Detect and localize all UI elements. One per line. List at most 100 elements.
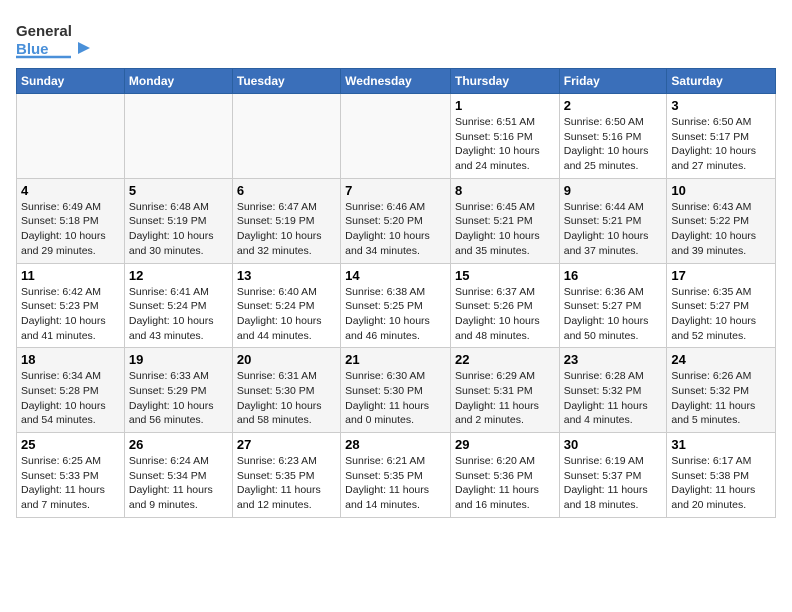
cell-content: Sunrise: 6:37 AM Sunset: 5:26 PM Dayligh… bbox=[455, 285, 555, 344]
cell-content: Sunrise: 6:44 AM Sunset: 5:21 PM Dayligh… bbox=[564, 200, 663, 259]
cell-content: Sunrise: 6:21 AM Sunset: 5:35 PM Dayligh… bbox=[345, 454, 446, 513]
cell-content: Sunrise: 6:31 AM Sunset: 5:30 PM Dayligh… bbox=[237, 369, 336, 428]
day-number: 17 bbox=[671, 268, 771, 283]
cell-content: Sunrise: 6:20 AM Sunset: 5:36 PM Dayligh… bbox=[455, 454, 555, 513]
day-number: 9 bbox=[564, 183, 663, 198]
calendar-cell: 2 Sunrise: 6:50 AM Sunset: 5:16 PM Daylig… bbox=[559, 94, 667, 179]
calendar-cell: 30 Sunrise: 6:19 AM Sunset: 5:37 PM Dayli… bbox=[559, 433, 667, 518]
day-number: 26 bbox=[129, 437, 228, 452]
day-number: 2 bbox=[564, 98, 663, 113]
day-number: 1 bbox=[455, 98, 555, 113]
calendar-cell: 27 Sunrise: 6:23 AM Sunset: 5:35 PM Dayli… bbox=[232, 433, 340, 518]
cell-content: Sunrise: 6:23 AM Sunset: 5:35 PM Dayligh… bbox=[237, 454, 336, 513]
day-number: 25 bbox=[21, 437, 120, 452]
logo-icon: General Blue bbox=[16, 16, 106, 60]
calendar-cell: 14Sunrise: 6:38 AM Sunset: 5:25 PM Dayli… bbox=[341, 263, 451, 348]
calendar-cell: 26 Sunrise: 6:24 AM Sunset: 5:34 PM Dayli… bbox=[124, 433, 232, 518]
cell-content: Sunrise: 6:35 AM Sunset: 5:27 PM Dayligh… bbox=[671, 285, 771, 344]
week-row-3: 11 Sunrise: 6:42 AM Sunset: 5:23 PM Dayli… bbox=[17, 263, 776, 348]
col-header-wednesday: Wednesday bbox=[341, 69, 451, 94]
cell-content: Sunrise: 6:33 AM Sunset: 5:29 PM Dayligh… bbox=[129, 369, 228, 428]
day-number: 21 bbox=[345, 352, 446, 367]
day-number: 30 bbox=[564, 437, 663, 452]
cell-content: Sunrise: 6:43 AM Sunset: 5:22 PM Dayligh… bbox=[671, 200, 771, 259]
cell-content: Sunrise: 6:49 AM Sunset: 5:18 PM Dayligh… bbox=[21, 200, 120, 259]
calendar-cell: 31Sunrise: 6:17 AM Sunset: 5:38 PM Dayli… bbox=[667, 433, 776, 518]
day-number: 22 bbox=[455, 352, 555, 367]
day-number: 7 bbox=[345, 183, 446, 198]
day-number: 24 bbox=[671, 352, 771, 367]
week-row-5: 25Sunrise: 6:25 AM Sunset: 5:33 PM Dayli… bbox=[17, 433, 776, 518]
week-row-4: 18 Sunrise: 6:34 AM Sunset: 5:28 PM Dayli… bbox=[17, 348, 776, 433]
day-number: 19 bbox=[129, 352, 228, 367]
cell-content: Sunrise: 6:17 AM Sunset: 5:38 PM Dayligh… bbox=[671, 454, 771, 513]
calendar-cell bbox=[341, 94, 451, 179]
header: General Blue bbox=[16, 16, 776, 60]
calendar-cell: 10 Sunrise: 6:43 AM Sunset: 5:22 PM Dayli… bbox=[667, 178, 776, 263]
day-number: 27 bbox=[237, 437, 336, 452]
col-header-sunday: Sunday bbox=[17, 69, 125, 94]
cell-content: Sunrise: 6:45 AM Sunset: 5:21 PM Dayligh… bbox=[455, 200, 555, 259]
cell-content: Sunrise: 6:42 AM Sunset: 5:23 PM Dayligh… bbox=[21, 285, 120, 344]
svg-text:General: General bbox=[16, 23, 72, 40]
calendar-cell: 3Sunrise: 6:50 AM Sunset: 5:17 PM Daylig… bbox=[667, 94, 776, 179]
calendar-cell: 8Sunrise: 6:45 AM Sunset: 5:21 PM Daylig… bbox=[450, 178, 559, 263]
col-header-saturday: Saturday bbox=[667, 69, 776, 94]
calendar-cell: 7 Sunrise: 6:46 AM Sunset: 5:20 PM Daylig… bbox=[341, 178, 451, 263]
cell-content: Sunrise: 6:29 AM Sunset: 5:31 PM Dayligh… bbox=[455, 369, 555, 428]
logo: General Blue bbox=[16, 16, 106, 60]
calendar-cell: 15 Sunrise: 6:37 AM Sunset: 5:26 PM Dayli… bbox=[450, 263, 559, 348]
col-header-monday: Monday bbox=[124, 69, 232, 94]
cell-content: Sunrise: 6:50 AM Sunset: 5:16 PM Dayligh… bbox=[564, 115, 663, 174]
cell-content: Sunrise: 6:46 AM Sunset: 5:20 PM Dayligh… bbox=[345, 200, 446, 259]
cell-content: Sunrise: 6:41 AM Sunset: 5:24 PM Dayligh… bbox=[129, 285, 228, 344]
calendar-cell bbox=[232, 94, 340, 179]
day-number: 12 bbox=[129, 268, 228, 283]
cell-content: Sunrise: 6:26 AM Sunset: 5:32 PM Dayligh… bbox=[671, 369, 771, 428]
svg-text:Blue: Blue bbox=[16, 41, 49, 58]
calendar-cell: 17 Sunrise: 6:35 AM Sunset: 5:27 PM Dayli… bbox=[667, 263, 776, 348]
calendar-cell: 25Sunrise: 6:25 AM Sunset: 5:33 PM Dayli… bbox=[17, 433, 125, 518]
cell-content: Sunrise: 6:50 AM Sunset: 5:17 PM Dayligh… bbox=[671, 115, 771, 174]
day-number: 14 bbox=[345, 268, 446, 283]
cell-content: Sunrise: 6:28 AM Sunset: 5:32 PM Dayligh… bbox=[564, 369, 663, 428]
calendar-cell: 21Sunrise: 6:30 AM Sunset: 5:30 PM Dayli… bbox=[341, 348, 451, 433]
day-number: 15 bbox=[455, 268, 555, 283]
cell-content: Sunrise: 6:19 AM Sunset: 5:37 PM Dayligh… bbox=[564, 454, 663, 513]
cell-content: Sunrise: 6:36 AM Sunset: 5:27 PM Dayligh… bbox=[564, 285, 663, 344]
calendar-cell: 19 Sunrise: 6:33 AM Sunset: 5:29 PM Dayli… bbox=[124, 348, 232, 433]
calendar-cell: 22 Sunrise: 6:29 AM Sunset: 5:31 PM Dayli… bbox=[450, 348, 559, 433]
calendar-cell: 12 Sunrise: 6:41 AM Sunset: 5:24 PM Dayli… bbox=[124, 263, 232, 348]
day-number: 16 bbox=[564, 268, 663, 283]
day-number: 28 bbox=[345, 437, 446, 452]
day-header-row: SundayMondayTuesdayWednesdayThursdayFrid… bbox=[17, 69, 776, 94]
col-header-friday: Friday bbox=[559, 69, 667, 94]
calendar-cell: 24 Sunrise: 6:26 AM Sunset: 5:32 PM Dayli… bbox=[667, 348, 776, 433]
calendar-cell bbox=[17, 94, 125, 179]
calendar-cell: 29 Sunrise: 6:20 AM Sunset: 5:36 PM Dayli… bbox=[450, 433, 559, 518]
calendar-cell: 16 Sunrise: 6:36 AM Sunset: 5:27 PM Dayli… bbox=[559, 263, 667, 348]
calendar-cell: 18 Sunrise: 6:34 AM Sunset: 5:28 PM Dayli… bbox=[17, 348, 125, 433]
cell-content: Sunrise: 6:24 AM Sunset: 5:34 PM Dayligh… bbox=[129, 454, 228, 513]
calendar-cell: 1Sunrise: 6:51 AM Sunset: 5:16 PM Daylig… bbox=[450, 94, 559, 179]
calendar-table: SundayMondayTuesdayWednesdayThursdayFrid… bbox=[16, 68, 776, 518]
calendar-cell: 6Sunrise: 6:47 AM Sunset: 5:19 PM Daylig… bbox=[232, 178, 340, 263]
cell-content: Sunrise: 6:34 AM Sunset: 5:28 PM Dayligh… bbox=[21, 369, 120, 428]
calendar-cell: 28 Sunrise: 6:21 AM Sunset: 5:35 PM Dayli… bbox=[341, 433, 451, 518]
day-number: 23 bbox=[564, 352, 663, 367]
calendar-cell: 5 Sunrise: 6:48 AM Sunset: 5:19 PM Daylig… bbox=[124, 178, 232, 263]
calendar-cell: 9 Sunrise: 6:44 AM Sunset: 5:21 PM Daylig… bbox=[559, 178, 667, 263]
day-number: 10 bbox=[671, 183, 771, 198]
week-row-2: 4 Sunrise: 6:49 AM Sunset: 5:18 PM Daylig… bbox=[17, 178, 776, 263]
day-number: 18 bbox=[21, 352, 120, 367]
day-number: 29 bbox=[455, 437, 555, 452]
cell-content: Sunrise: 6:48 AM Sunset: 5:19 PM Dayligh… bbox=[129, 200, 228, 259]
calendar-cell: 20Sunrise: 6:31 AM Sunset: 5:30 PM Dayli… bbox=[232, 348, 340, 433]
cell-content: Sunrise: 6:40 AM Sunset: 5:24 PM Dayligh… bbox=[237, 285, 336, 344]
day-number: 11 bbox=[21, 268, 120, 283]
day-number: 5 bbox=[129, 183, 228, 198]
day-number: 4 bbox=[21, 183, 120, 198]
week-row-1: 1Sunrise: 6:51 AM Sunset: 5:16 PM Daylig… bbox=[17, 94, 776, 179]
day-number: 13 bbox=[237, 268, 336, 283]
calendar-cell bbox=[124, 94, 232, 179]
